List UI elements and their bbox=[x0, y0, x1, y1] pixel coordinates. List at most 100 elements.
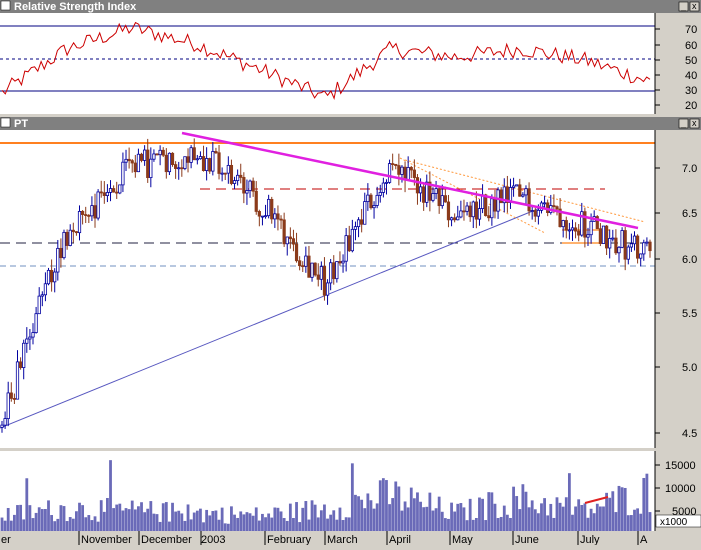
volume-bar bbox=[598, 506, 602, 531]
candle bbox=[329, 262, 333, 284]
price-close-button[interactable]: x bbox=[692, 118, 697, 128]
candle bbox=[598, 228, 602, 244]
candle bbox=[105, 192, 110, 196]
volume-bar bbox=[357, 496, 360, 531]
volume-bar bbox=[106, 498, 109, 531]
volume-bar bbox=[515, 496, 519, 531]
candle bbox=[248, 180, 252, 191]
candle bbox=[459, 210, 463, 218]
time-label: June bbox=[515, 534, 539, 545]
rsi-minimize-button[interactable]: _ bbox=[680, 1, 687, 11]
candle bbox=[115, 191, 119, 194]
candle bbox=[276, 213, 280, 220]
candle bbox=[282, 219, 286, 245]
candle bbox=[527, 188, 531, 212]
volume-bar bbox=[298, 522, 302, 531]
candle bbox=[415, 177, 420, 194]
candle bbox=[195, 158, 199, 161]
candle bbox=[567, 229, 571, 232]
volume-bar bbox=[168, 521, 171, 531]
volume-bar bbox=[633, 509, 636, 531]
volume-bar bbox=[369, 500, 373, 531]
candle bbox=[146, 149, 150, 178]
candle bbox=[59, 247, 63, 259]
candle bbox=[322, 266, 327, 296]
panel-menu-icon[interactable] bbox=[0, 117, 11, 128]
volume-bar bbox=[211, 511, 215, 531]
volume-bar bbox=[155, 514, 159, 531]
candle bbox=[152, 153, 156, 160]
candle bbox=[570, 227, 575, 231]
candle bbox=[149, 158, 153, 178]
time-label: May bbox=[452, 534, 473, 545]
volume-bar bbox=[84, 517, 88, 531]
price-minimize-button[interactable]: _ bbox=[680, 118, 687, 128]
volume-bar bbox=[9, 520, 13, 531]
rsi-close-button[interactable]: x bbox=[692, 1, 697, 11]
volume-bar bbox=[223, 523, 227, 531]
volume-bar bbox=[549, 503, 553, 531]
candle bbox=[133, 162, 137, 173]
volume-bar bbox=[428, 492, 432, 531]
rsi-tick-label: 60 bbox=[685, 40, 697, 52]
volume-bar bbox=[164, 502, 168, 531]
volume-bar bbox=[440, 511, 444, 531]
volume-bar bbox=[416, 492, 419, 531]
volume-bar bbox=[363, 508, 367, 531]
rsi-tick-label: 20 bbox=[685, 100, 697, 112]
candle bbox=[462, 210, 466, 213]
volume-bar bbox=[636, 508, 639, 531]
time-label: 2003 bbox=[201, 534, 225, 545]
panel-menu-icon[interactable] bbox=[0, 0, 11, 11]
candle bbox=[611, 237, 615, 240]
volume-bar bbox=[25, 478, 29, 531]
volume-bar bbox=[540, 503, 543, 531]
volume-bar bbox=[493, 503, 497, 531]
candle bbox=[490, 198, 494, 219]
candle bbox=[530, 210, 534, 212]
volume-bar bbox=[347, 517, 351, 531]
volume-bar bbox=[99, 500, 103, 531]
candle bbox=[263, 215, 268, 218]
volume-bar bbox=[44, 509, 47, 531]
volume-bar bbox=[47, 500, 50, 531]
candle bbox=[294, 243, 299, 262]
price-titlebar[interactable] bbox=[0, 117, 701, 130]
volume-bar bbox=[580, 504, 584, 531]
volume-bar bbox=[381, 478, 385, 531]
volume-bar bbox=[90, 520, 94, 531]
volume-bar bbox=[254, 507, 258, 531]
volume-bar bbox=[645, 473, 649, 531]
candle bbox=[608, 238, 612, 249]
volume-bar bbox=[372, 508, 376, 531]
volume-bar bbox=[577, 499, 581, 531]
volume-bar bbox=[233, 514, 236, 531]
candle bbox=[350, 228, 354, 252]
volume-bar bbox=[509, 517, 512, 531]
time-label: A bbox=[640, 534, 648, 545]
volume-bar bbox=[512, 486, 515, 531]
candle bbox=[524, 188, 528, 196]
candle bbox=[25, 338, 29, 344]
candle bbox=[511, 185, 516, 188]
volume-bar bbox=[199, 508, 202, 531]
volume-tick-label: 10000 bbox=[665, 483, 696, 495]
candle bbox=[136, 153, 141, 173]
candle bbox=[220, 172, 224, 175]
volume-bar bbox=[388, 504, 391, 531]
candle bbox=[381, 182, 385, 193]
volume-bar bbox=[419, 501, 422, 531]
candle bbox=[626, 246, 630, 260]
volume-bar bbox=[567, 473, 571, 531]
volume-bar bbox=[639, 513, 643, 531]
candle bbox=[536, 209, 540, 217]
candle bbox=[174, 164, 178, 169]
volume-bar bbox=[220, 507, 224, 531]
volume-bar bbox=[189, 519, 193, 531]
volume-bar bbox=[530, 500, 534, 531]
volume-bar bbox=[0, 517, 4, 531]
candle bbox=[90, 205, 94, 217]
volume-bar bbox=[180, 513, 184, 531]
candle bbox=[177, 167, 181, 170]
candle bbox=[347, 235, 351, 252]
